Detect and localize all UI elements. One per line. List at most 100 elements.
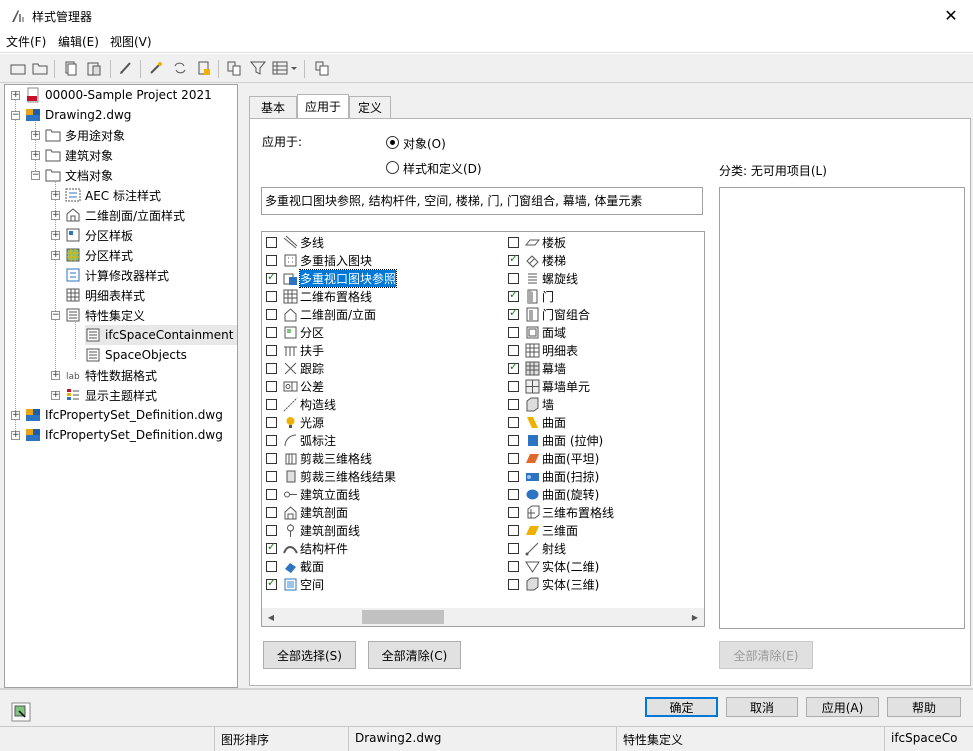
tree-item-zone-style[interactable]: 分区样式 <box>65 245 133 265</box>
purge-icon[interactable] <box>118 60 134 76</box>
close-button[interactable]: ✕ <box>935 2 967 28</box>
tree-item-data-format[interactable]: lab 特性数据格式 <box>65 365 157 385</box>
list-item[interactable]: 明细表 <box>508 341 578 359</box>
list-item[interactable]: 多重插入图块 <box>266 251 372 269</box>
checkbox[interactable] <box>266 254 277 266</box>
tree-collapse-toggle[interactable]: − <box>31 171 40 180</box>
scroll-left-icon[interactable]: ◀ <box>263 608 279 626</box>
checkbox[interactable] <box>266 270 277 284</box>
tree-item-property-set-defs[interactable]: 特性集定义 <box>65 305 145 325</box>
checkbox[interactable] <box>508 398 519 410</box>
tree-item-ifc-propertyset-2[interactable]: IfcPropertySet_Definition.dwg <box>25 425 223 445</box>
tree-expand-toggle[interactable]: + <box>51 391 60 400</box>
list-item[interactable]: 截面 <box>266 557 324 575</box>
list-item[interactable]: 三维布置格线 <box>508 503 614 521</box>
list-item[interactable]: 建筑立面线 <box>266 485 360 503</box>
checkbox[interactable] <box>266 560 277 572</box>
list-item[interactable]: 曲面 <box>508 413 566 431</box>
checkbox[interactable] <box>266 470 277 482</box>
project-standards-icon[interactable] <box>196 60 212 76</box>
checkbox[interactable] <box>266 236 277 248</box>
list-item[interactable]: 空间 <box>266 575 324 593</box>
checkbox[interactable] <box>266 344 277 356</box>
checkbox[interactable] <box>508 470 519 482</box>
tree-item-aec-dimension[interactable]: AEC 标注样式 <box>65 185 161 205</box>
checkbox[interactable] <box>508 326 519 338</box>
list-item[interactable]: 剪裁三维格线结果 <box>266 467 396 485</box>
checkbox[interactable] <box>508 578 519 590</box>
checkbox[interactable] <box>266 416 277 428</box>
tree-item-ifc-propertyset-1[interactable]: IfcPropertySet_Definition.dwg <box>25 405 223 425</box>
drawing-sort-icon[interactable] <box>11 702 31 722</box>
checkbox[interactable] <box>266 380 277 392</box>
checkbox[interactable] <box>266 434 277 446</box>
tree-item-spaceobjects[interactable]: SpaceObjects <box>85 345 187 365</box>
checkbox[interactable] <box>266 488 277 500</box>
tab-basic[interactable]: 基本 <box>249 96 297 118</box>
list-item[interactable]: 曲面(平坦) <box>508 449 599 467</box>
list-item[interactable]: 楼板 <box>508 233 566 251</box>
checkbox[interactable] <box>508 434 519 446</box>
checkbox[interactable] <box>508 416 519 428</box>
drawing-sort-icon[interactable] <box>314 60 330 76</box>
checkbox[interactable] <box>266 524 277 536</box>
list-item[interactable]: 幕墙单元 <box>508 377 590 395</box>
checkbox[interactable] <box>266 398 277 410</box>
list-item[interactable]: 实体(三维) <box>508 575 599 593</box>
horizontal-scrollbar[interactable] <box>262 608 704 626</box>
tree-expand-toggle[interactable]: + <box>31 151 40 160</box>
toggle-view-icon[interactable] <box>226 60 242 76</box>
checkbox[interactable] <box>508 560 519 572</box>
new-icon[interactable] <box>10 60 26 76</box>
tree-expand-toggle[interactable]: + <box>31 131 40 140</box>
tree-collapse-toggle[interactable]: − <box>11 111 20 120</box>
tree-expand-toggle[interactable]: + <box>11 431 20 440</box>
select-all-button[interactable]: 全部选择(S) <box>263 641 356 669</box>
checkbox[interactable] <box>266 540 277 554</box>
checkbox[interactable] <box>508 306 519 320</box>
clear-all-category-button[interactable]: 全部清除(E) <box>719 641 813 669</box>
list-item[interactable]: 曲面(旋转) <box>508 485 599 503</box>
list-item[interactable]: 门 <box>508 287 554 305</box>
list-item[interactable]: 螺旋线 <box>508 269 578 287</box>
list-item[interactable]: 门窗组合 <box>508 305 590 323</box>
checkbox[interactable] <box>508 236 519 248</box>
checkbox[interactable] <box>508 524 519 536</box>
ok-button[interactable]: 确定 <box>645 697 718 717</box>
help-button[interactable]: 帮助 <box>887 697 961 717</box>
copy-icon[interactable] <box>62 60 78 76</box>
checkbox[interactable] <box>508 288 519 302</box>
tree-expand-toggle[interactable]: + <box>51 211 60 220</box>
tree-item-architectural[interactable]: 建筑对象 <box>45 145 113 165</box>
menu-file[interactable]: 文件(F) <box>6 33 46 50</box>
tree-collapse-toggle[interactable]: − <box>51 311 60 320</box>
tab-applies-to[interactable]: 应用于 <box>297 94 349 118</box>
list-item[interactable]: 建筑剖面线 <box>266 521 360 539</box>
object-type-list[interactable]: 多线 多重插入图块 多重视口图块参照 二维布置格线 二维剖面/立面 分区 扶手 … <box>261 231 705 627</box>
style-tree[interactable]: + 00000-Sample Project 2021 − Drawing2.d… <box>4 84 238 688</box>
sync-icon[interactable] <box>172 60 188 76</box>
list-item[interactable]: 光源 <box>266 413 324 431</box>
open-icon[interactable] <box>32 60 48 76</box>
checkbox[interactable] <box>266 290 277 302</box>
list-item[interactable]: 三维面 <box>508 521 578 539</box>
list-item[interactable]: 弧标注 <box>266 431 336 449</box>
tree-item-project[interactable]: 00000-Sample Project 2021 <box>25 85 212 105</box>
list-item[interactable]: 构造线 <box>266 395 336 413</box>
checkbox[interactable] <box>508 252 519 266</box>
filter-icon[interactable] <box>250 60 266 76</box>
splitter[interactable] <box>239 84 245 688</box>
checkbox[interactable] <box>508 542 519 554</box>
tree-item-display-theme[interactable]: 显示主题样式 <box>65 385 157 405</box>
list-item[interactable]: 二维布置格线 <box>266 287 372 305</box>
paste-icon[interactable] <box>86 60 102 76</box>
checkbox[interactable] <box>266 362 277 374</box>
checkbox[interactable] <box>266 506 277 518</box>
checkbox[interactable] <box>508 272 519 284</box>
list-item[interactable]: 楼梯 <box>508 251 566 269</box>
category-list[interactable] <box>719 187 965 629</box>
list-item[interactable]: 结构杆件 <box>266 539 348 557</box>
list-item[interactable]: 面域 <box>508 323 566 341</box>
list-item[interactable]: 跟踪 <box>266 359 324 377</box>
checkbox[interactable] <box>508 380 519 392</box>
